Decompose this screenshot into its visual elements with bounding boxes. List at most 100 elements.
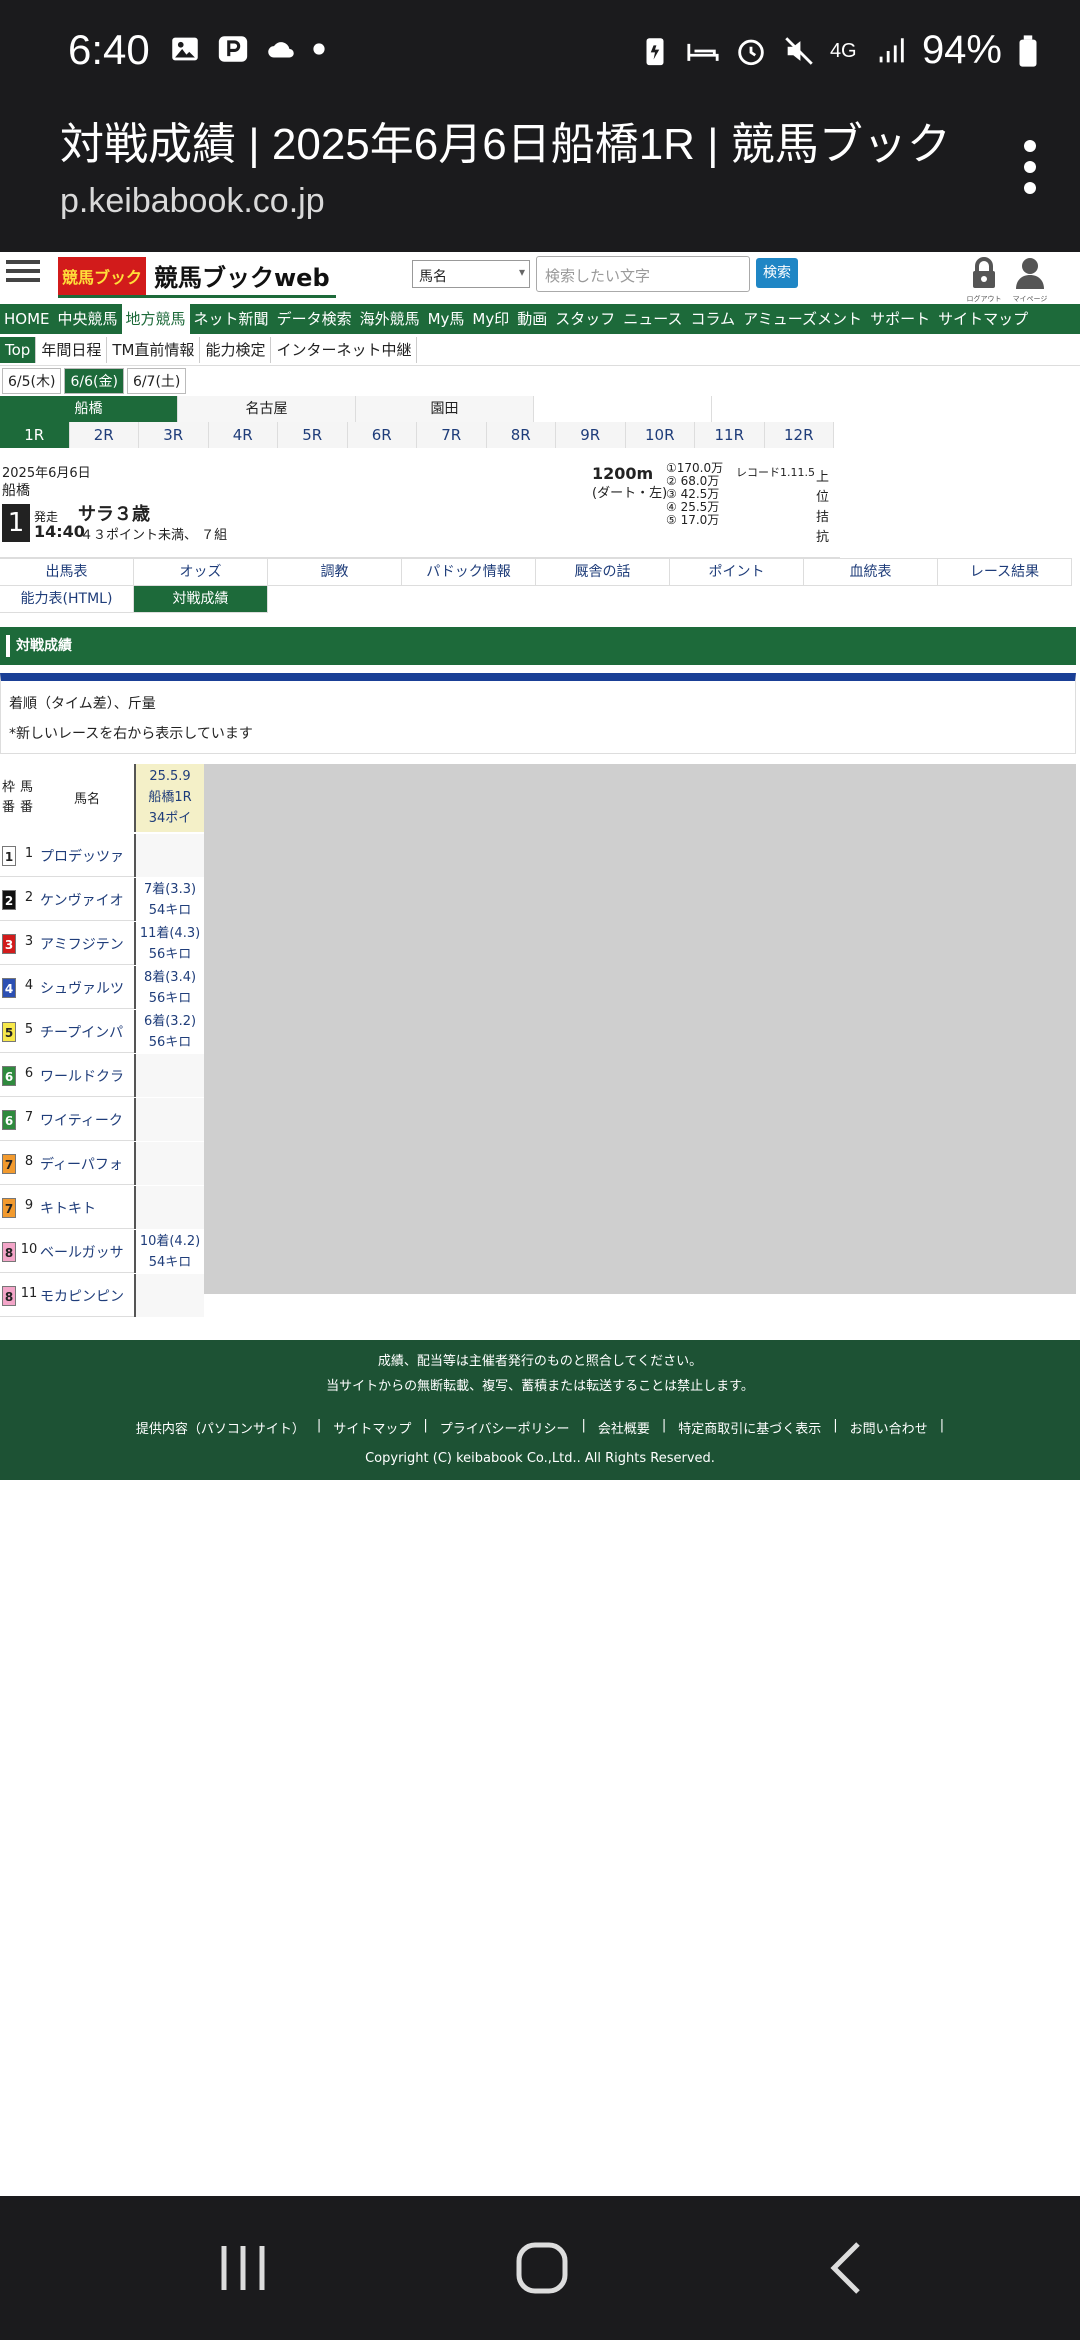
race-tab[interactable]: 3R bbox=[139, 422, 209, 448]
nav-column[interactable]: コラム bbox=[687, 304, 740, 334]
race-tab[interactable]: 9R bbox=[556, 422, 626, 448]
race-tab[interactable]: 2R bbox=[69, 422, 139, 448]
horse-name-link[interactable]: シュヴァルツ bbox=[40, 978, 134, 998]
nav-net-newspaper[interactable]: ネット新聞 bbox=[190, 304, 273, 334]
tab-odds[interactable]: オッズ bbox=[134, 559, 268, 586]
back-icon[interactable] bbox=[826, 2240, 866, 2296]
tab-ability-html[interactable]: 能力表(HTML) bbox=[0, 586, 134, 613]
race-tab-active[interactable]: 1R bbox=[0, 422, 70, 448]
user-icon bbox=[1016, 258, 1044, 289]
subnav-live[interactable]: インターネット中継 bbox=[271, 336, 418, 363]
tab-paddock[interactable]: パドック情報 bbox=[402, 559, 536, 586]
date-tab[interactable]: 6/7(土) bbox=[126, 368, 187, 394]
horse-name-link[interactable]: キトキト bbox=[40, 1198, 134, 1218]
system-nav-bar bbox=[0, 2196, 1080, 2340]
race-tab[interactable]: 6R bbox=[347, 422, 417, 448]
subnav-ability-test[interactable]: 能力検定 bbox=[200, 336, 272, 363]
nav-central[interactable]: 中央競馬 bbox=[54, 304, 122, 334]
table-row: 7 8 ディーパフォ bbox=[0, 1142, 204, 1185]
tab-pedigree[interactable]: 血統表 bbox=[804, 559, 938, 586]
nav-data-search[interactable]: データ検索 bbox=[273, 304, 356, 334]
horse-name-link[interactable]: アミフジテン bbox=[40, 934, 134, 954]
race-tab[interactable]: 10R bbox=[625, 422, 695, 448]
past-race-header[interactable]: 25.5.9 船橋1R 34ポイ bbox=[134, 764, 204, 832]
race-tab[interactable]: 4R bbox=[208, 422, 278, 448]
race-date: 2025年6月6日 bbox=[2, 466, 91, 481]
race-tab[interactable]: 8R bbox=[486, 422, 556, 448]
horse-name-link[interactable]: ケンヴァイオ bbox=[40, 890, 134, 910]
footer-sep: | bbox=[581, 1418, 586, 1433]
result-weight: 54キロ bbox=[148, 903, 192, 918]
nav-video[interactable]: 動画 bbox=[513, 304, 551, 334]
dot-icon bbox=[313, 43, 325, 55]
race-tab[interactable]: 12R bbox=[764, 422, 834, 448]
nav-support[interactable]: サポート bbox=[866, 304, 934, 334]
logo-text: 競馬ブックweb bbox=[154, 264, 330, 292]
logout-button[interactable]: ログアウト bbox=[962, 256, 1006, 304]
logout-label: ログアウト bbox=[966, 295, 1002, 303]
footer-link-contact[interactable]: お問い合わせ bbox=[844, 1418, 934, 1437]
section-heading: 対戦成績 bbox=[0, 627, 1076, 665]
horse-number: 7 bbox=[24, 1110, 34, 1125]
mypage-button[interactable]: マイページ bbox=[1008, 256, 1052, 304]
horse-name-link[interactable]: モカピンピン bbox=[40, 1286, 134, 1306]
nav-my-mark[interactable]: My印 bbox=[468, 304, 513, 334]
footer-link-sitemap[interactable]: サイトマップ bbox=[327, 1418, 417, 1437]
horse-name-link[interactable]: チープインパ bbox=[40, 1022, 134, 1042]
subnav-schedule[interactable]: 年間日程 bbox=[36, 336, 108, 363]
tab-entries[interactable]: 出馬表 bbox=[0, 559, 134, 586]
waku-badge: 8 bbox=[2, 1242, 16, 1262]
prize-5: ⑤ 17.0万 bbox=[666, 513, 720, 527]
search-input[interactable]: 検索したい文字 bbox=[536, 256, 750, 292]
horse-name-link[interactable]: ワイティーク bbox=[40, 1110, 134, 1130]
subnav-top[interactable]: Top bbox=[0, 336, 37, 363]
page-url[interactable]: p.keibabook.co.jp bbox=[60, 182, 325, 221]
past-race-name: 船橋1R bbox=[148, 790, 192, 805]
more-options-icon[interactable] bbox=[1022, 140, 1038, 196]
logo-mark: 競馬ブック bbox=[58, 256, 146, 295]
venue-tab-active[interactable]: 船橋 bbox=[0, 396, 178, 422]
venue-tab[interactable]: 名古屋 bbox=[178, 396, 356, 422]
footer-link-pc[interactable]: 提供内容（パソコンサイト） bbox=[130, 1418, 311, 1437]
nav-news[interactable]: ニュース bbox=[619, 304, 686, 334]
race-tabs: 1R 2R 3R 4R 5R 6R 7R 8R 9R 10R 11R 12R bbox=[0, 422, 834, 448]
race-result-cell: 8着(3.4) 56キロ bbox=[134, 966, 204, 1009]
nav-sitemap[interactable]: サイトマップ bbox=[934, 304, 1032, 334]
date-tab-active[interactable]: 6/6(金) bbox=[64, 368, 124, 394]
nav-home[interactable]: HOME bbox=[0, 304, 54, 334]
tab-training[interactable]: 調教 bbox=[268, 559, 402, 586]
date-tab[interactable]: 6/5(木) bbox=[2, 368, 62, 394]
horse-name-link[interactable]: プロデッツァ bbox=[40, 846, 134, 866]
footer-link-privacy[interactable]: プライバシーポリシー bbox=[434, 1418, 576, 1437]
home-icon[interactable] bbox=[514, 2240, 570, 2296]
nav-amusement[interactable]: アミューズメント bbox=[739, 304, 866, 334]
nav-overseas[interactable]: 海外競馬 bbox=[356, 304, 424, 334]
horse-name-link[interactable]: ディーパフォ bbox=[40, 1154, 134, 1174]
menu-icon[interactable] bbox=[6, 256, 40, 296]
site-logo[interactable]: 競馬ブック 競馬ブックweb bbox=[58, 256, 336, 298]
tab-points[interactable]: ポイント bbox=[670, 559, 804, 586]
race-tab[interactable]: 5R bbox=[278, 422, 348, 448]
footer-link-company[interactable]: 会社概要 bbox=[592, 1418, 656, 1437]
main-nav: HOME 中央競馬 地方競馬 ネット新聞 データ検索 海外競馬 My馬 My印 … bbox=[0, 304, 1080, 334]
nav-local[interactable]: 地方競馬 bbox=[121, 304, 190, 334]
tab-results[interactable]: レース結果 bbox=[938, 559, 1072, 586]
paypay-icon bbox=[218, 36, 248, 62]
nav-my-horse[interactable]: My馬 bbox=[424, 304, 469, 334]
nav-staff[interactable]: スタッフ bbox=[551, 304, 619, 334]
subnav-tm-info[interactable]: TM直前情報 bbox=[107, 336, 201, 363]
waku-badge: 1 bbox=[2, 846, 16, 866]
race-tab[interactable]: 11R bbox=[695, 422, 765, 448]
horse-name-link[interactable]: ベールガッサ bbox=[40, 1242, 134, 1262]
result-finish: 10着(4.2) bbox=[139, 1234, 201, 1249]
search-button[interactable]: 検索 bbox=[756, 258, 798, 288]
tab-head-to-head[interactable]: 対戦成績 bbox=[134, 586, 268, 613]
venue-spacer bbox=[534, 396, 712, 422]
recent-apps-icon[interactable] bbox=[218, 2240, 268, 2296]
footer-link-commerce[interactable]: 特定商取引に基づく表示 bbox=[672, 1418, 827, 1437]
horse-name-link[interactable]: ワールドクラ bbox=[40, 1066, 134, 1086]
race-tab[interactable]: 7R bbox=[417, 422, 487, 448]
venue-tab[interactable]: 園田 bbox=[356, 396, 534, 422]
tab-stable-comments[interactable]: 厩舎の話 bbox=[536, 559, 670, 586]
search-category-select[interactable]: 馬名 bbox=[412, 260, 530, 288]
